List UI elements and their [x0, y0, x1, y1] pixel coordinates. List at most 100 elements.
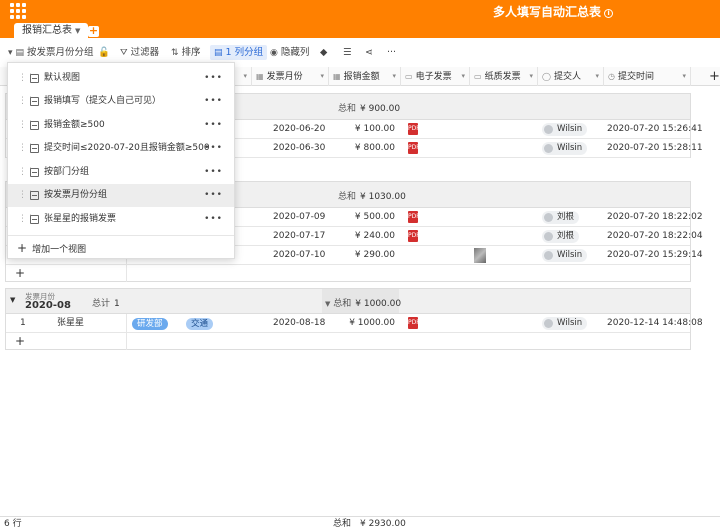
- submitter-chip[interactable]: 刘根: [542, 211, 580, 224]
- more-icon[interactable]: •••: [204, 161, 223, 184]
- amount-cell[interactable]: ¥ 100.00: [348, 120, 395, 139]
- department-tag[interactable]: 研发部: [132, 318, 168, 330]
- pdf-icon[interactable]: PDF: [408, 211, 420, 223]
- pdf-icon[interactable]: PDF: [408, 142, 420, 154]
- app-grid-icon[interactable]: [10, 3, 26, 19]
- sum-label: 总和: [333, 299, 352, 309]
- submit-time-cell[interactable]: 2020-07-20 18:22:02: [607, 208, 703, 227]
- filter-button[interactable]: ⛛ 过滤器: [120, 45, 159, 60]
- invoice-month-cell[interactable]: 2020-06-20: [273, 120, 325, 139]
- pdf-icon[interactable]: PDF: [408, 123, 420, 135]
- submit-time-cell[interactable]: 2020-07-20 15:28:11: [607, 139, 703, 158]
- avatar: [544, 213, 553, 222]
- calendar-icon: ▦: [256, 72, 264, 81]
- column-header-e-invoice[interactable]: ▭ 电子发票 ▾: [401, 67, 470, 86]
- column-label: 纸质发票: [484, 72, 521, 82]
- paper-invoice-thumbnail[interactable]: [474, 248, 486, 263]
- lock-icon[interactable]: 🔓: [98, 45, 110, 60]
- view-item-label: 按发票月份分组: [44, 190, 108, 200]
- column-header-submit-time[interactable]: ◷ 提交时间 ▾: [604, 67, 691, 86]
- column-header-hidden[interactable]: ▾: [236, 67, 252, 86]
- filter-label: 过滤器: [130, 47, 160, 58]
- table-row[interactable]: 1 张星星 研发部 交通 2020-08-18 ¥ 1000.00 PDF Wi…: [6, 314, 703, 333]
- chevron-down-icon: ▼: [325, 300, 331, 308]
- submitter-name: Wilsin: [557, 143, 583, 153]
- more-icon[interactable]: •••: [204, 137, 223, 160]
- invoice-month-cell[interactable]: 2020-07-17: [273, 227, 325, 246]
- user-icon: ◯: [542, 72, 551, 81]
- view-item-label: 提交时间≤2020-07-20且报销金额≥500: [44, 143, 210, 153]
- group-button[interactable]: ▤ 1 列分组: [210, 45, 268, 60]
- more-icon[interactable]: ···: [387, 45, 396, 60]
- add-row-button[interactable]: +: [6, 264, 690, 283]
- row-height-icon[interactable]: ☰: [343, 45, 352, 60]
- submitter-chip[interactable]: Wilsin: [542, 142, 588, 155]
- sort-button[interactable]: ⇅ 排序: [171, 45, 201, 60]
- info-icon[interactable]: i: [604, 9, 614, 18]
- attachment-icon: ▭: [405, 72, 413, 81]
- amount-cell[interactable]: ¥ 240.00: [348, 227, 395, 246]
- currency-icon: ▦: [333, 72, 341, 81]
- group-count: 总计 1: [92, 296, 120, 309]
- column-header-amount[interactable]: ▦ 报销金额 ▾: [329, 67, 401, 86]
- hide-columns-button[interactable]: ◉ 隐藏列: [270, 45, 309, 60]
- submitter-chip[interactable]: Wilsin: [542, 123, 588, 136]
- collapse-group-icon[interactable]: ▼: [10, 296, 15, 304]
- count-value: 1: [114, 299, 120, 309]
- table-view-icon: ▤: [15, 48, 25, 58]
- more-icon[interactable]: •••: [204, 67, 223, 90]
- submitter-name: Wilsin: [557, 250, 583, 260]
- view-item-fill-in[interactable]: ⋮⋮ 报销填写（提交人自己可见） •••: [8, 90, 234, 113]
- filter-icon: ⛛: [120, 48, 128, 58]
- submitter-chip[interactable]: 刘根: [542, 230, 580, 243]
- invoice-month-cell[interactable]: 2020-07-10: [273, 246, 325, 265]
- pdf-icon[interactable]: PDF: [408, 317, 420, 329]
- group-sum: ▼ 总和 ¥ 1000.00: [325, 296, 401, 309]
- avatar: [544, 251, 553, 260]
- chevron-down-icon[interactable]: ▼: [75, 27, 80, 35]
- view-item-time-amount[interactable]: ⋮⋮ 提交时间≤2020-07-20且报销金额≥500 •••: [8, 137, 234, 160]
- footer-sum-label: 总和: [333, 519, 352, 529]
- add-row-button[interactable]: +: [6, 332, 690, 351]
- more-icon[interactable]: •••: [204, 114, 223, 137]
- chevron-down-icon: ▾: [392, 72, 396, 80]
- more-icon[interactable]: •••: [204, 90, 223, 113]
- more-icon[interactable]: •••: [204, 208, 223, 231]
- amount-cell[interactable]: ¥ 1000.00: [344, 314, 395, 333]
- amount-cell[interactable]: ¥ 290.00: [348, 246, 395, 265]
- view-item-amount-500[interactable]: ⋮⋮ 报销金额≥500 •••: [8, 114, 234, 137]
- view-item-by-department[interactable]: ⋮⋮ 按部门分组 •••: [8, 161, 234, 184]
- column-header-invoice-month[interactable]: ▦ 发票月份 ▾: [252, 67, 329, 86]
- submitter-name: 刘根: [557, 231, 575, 241]
- submit-time-cell[interactable]: 2020-07-20 15:29:14: [607, 246, 703, 265]
- fill-color-icon[interactable]: ◆: [320, 45, 327, 60]
- share-icon[interactable]: ⋖: [365, 45, 373, 60]
- invoice-month-cell[interactable]: 2020-06-30: [273, 139, 325, 158]
- column-header-paper-invoice[interactable]: ▭ 纸质发票 ▾: [470, 67, 538, 86]
- pdf-icon[interactable]: PDF: [408, 230, 420, 242]
- submit-time-cell[interactable]: 2020-12-14 14:48:08: [607, 314, 703, 333]
- amount-cell[interactable]: ¥ 800.00: [348, 139, 395, 158]
- invoice-month-cell[interactable]: 2020-08-18: [273, 314, 325, 333]
- group-sum: 总和 ¥ 900.00: [338, 101, 400, 114]
- invoice-month-cell[interactable]: 2020-07-09: [273, 208, 325, 227]
- add-view-button[interactable]: + 增加一个视图: [17, 238, 86, 258]
- submit-time-cell[interactable]: 2020-07-20 18:22:04: [607, 227, 703, 246]
- name-cell[interactable]: 张星星: [57, 314, 84, 333]
- amount-cell[interactable]: ¥ 500.00: [348, 208, 395, 227]
- table-view-icon: [30, 191, 39, 200]
- submitter-chip[interactable]: Wilsin: [542, 249, 588, 262]
- view-item-zhang-invoices[interactable]: ⋮⋮ 张星星的报销发票 •••: [8, 208, 234, 231]
- add-tab-button[interactable]: +: [88, 25, 99, 37]
- column-header-submitter[interactable]: ◯ 提交人 ▾: [538, 67, 604, 86]
- more-icon[interactable]: •••: [204, 184, 223, 207]
- submitter-chip[interactable]: Wilsin: [542, 317, 588, 330]
- view-item-by-invoice-month[interactable]: ⋮⋮ 按发票月份分组 •••: [8, 184, 234, 207]
- view-switcher[interactable]: ▾ ▤ 按发票月份分组: [8, 45, 94, 60]
- submit-time-cell[interactable]: 2020-07-20 15:26:41: [607, 120, 703, 139]
- add-column-button[interactable]: +: [709, 67, 720, 86]
- clock-icon: ◷: [608, 72, 615, 81]
- tab-expense-summary[interactable]: 报销汇总表 ▼: [14, 23, 89, 38]
- view-item-default[interactable]: ⋮⋮ 默认视图 •••: [8, 67, 234, 90]
- expense-type-tag[interactable]: 交通: [186, 318, 214, 330]
